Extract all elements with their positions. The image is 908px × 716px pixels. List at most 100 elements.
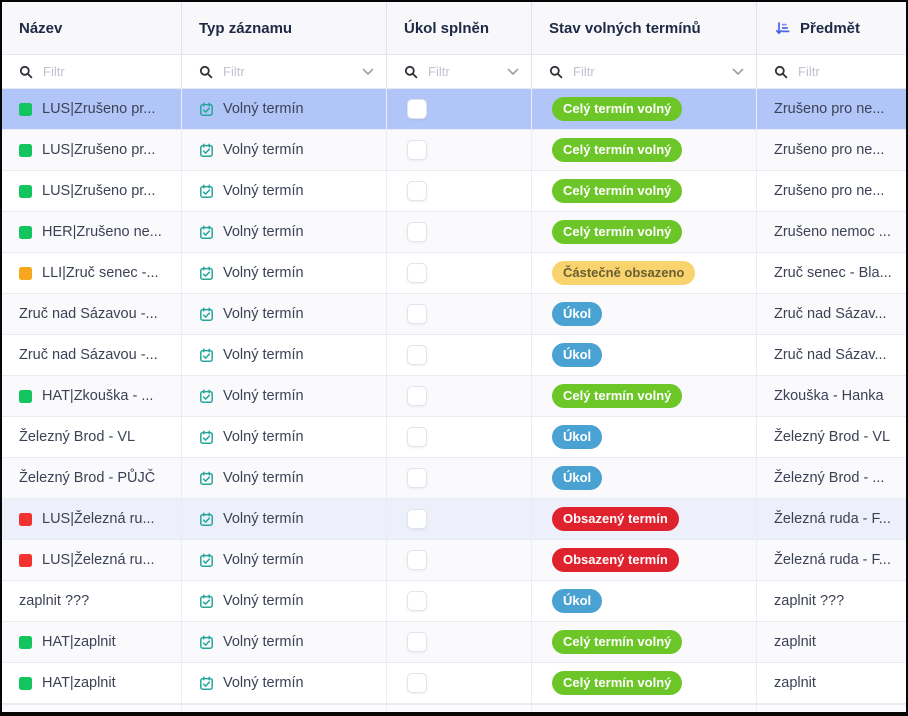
filter-input-ukol-splnen[interactable] <box>426 63 501 80</box>
task-checkbox[interactable] <box>407 632 427 652</box>
name-cell: Železný Brod - VL <box>2 417 182 457</box>
status-cell: Úkol <box>532 294 757 334</box>
table-row[interactable]: LUS|Zrušeno pr... Volný termín Celý term… <box>2 130 906 171</box>
record-type: Volný termín <box>223 634 304 650</box>
record-subject: Železný Brod - VL <box>774 429 890 445</box>
filter-row <box>2 55 906 89</box>
chevron-down-icon[interactable] <box>732 68 744 76</box>
record-type: Volný termín <box>223 142 304 158</box>
color-chip <box>19 554 32 567</box>
task-checkbox[interactable] <box>407 468 427 488</box>
column-header-predmet[interactable]: Předmět <box>757 2 906 54</box>
record-subject: Zrušeno pro ne... <box>774 142 884 158</box>
calendar-check-icon <box>199 348 214 363</box>
task-checkbox[interactable] <box>407 509 427 529</box>
subject-cell: Zkouška - Hanka <box>757 376 906 416</box>
task-checkbox[interactable] <box>407 181 427 201</box>
subject-cell: Zrušeno pro ne... <box>757 130 906 170</box>
status-badge: Úkol <box>552 343 602 366</box>
column-header-typ-zaznamu[interactable]: Typ záznamu <box>182 2 387 54</box>
status-cell: Částečně obsazeno <box>532 253 757 293</box>
record-name: LLI|Zruč senec -... <box>42 265 159 281</box>
filter-input-nazev[interactable] <box>41 63 169 80</box>
status-badge: Obsazený termín <box>552 548 679 571</box>
name-cell: HAT|zaplnit <box>2 622 182 662</box>
color-chip <box>19 513 32 526</box>
table-row[interactable]: HAT|Zkouška - ... Volný termín Celý term… <box>2 376 906 417</box>
record-name: LUS|Zrušeno pr... <box>42 183 155 199</box>
table-row[interactable]: Zruč nad Sázavou -... Volný termín Úkol … <box>2 294 906 335</box>
color-chip <box>19 226 32 239</box>
table-row[interactable]: LLI|Zruč senec -... Volný termín Částečn… <box>2 253 906 294</box>
task-checkbox[interactable] <box>407 140 427 160</box>
filter-cell-typ-zaznamu <box>182 55 387 88</box>
search-icon <box>199 65 213 79</box>
task-checkbox[interactable] <box>407 427 427 447</box>
task-checkbox[interactable] <box>407 550 427 570</box>
task-checkbox[interactable] <box>407 673 427 693</box>
record-name: Zruč nad Sázavou -... <box>19 306 158 322</box>
task-checkbox[interactable] <box>407 99 427 119</box>
record-subject: Zruč nad Sázav... <box>774 306 887 322</box>
color-chip <box>19 390 32 403</box>
task-checkbox[interactable] <box>407 222 427 242</box>
table-row[interactable]: HER|Zrušeno ne... Volný termín Celý term… <box>2 212 906 253</box>
table-row[interactable]: HAT|zaplnit Volný termín Celý termín vol… <box>2 622 906 663</box>
column-header-stav-volnych-terminu[interactable]: Stav volných termínů <box>532 2 757 54</box>
filter-input-stav[interactable] <box>571 63 726 80</box>
column-header-ukol-splnen[interactable]: Úkol splněn <box>387 2 532 54</box>
task-done-cell <box>387 130 532 170</box>
task-checkbox[interactable] <box>407 386 427 406</box>
calendar-check-icon <box>199 594 214 609</box>
task-done-cell <box>387 540 532 580</box>
task-checkbox[interactable] <box>407 263 427 283</box>
status-badge: Úkol <box>552 466 602 489</box>
record-type: Volný termín <box>223 101 304 117</box>
table-row[interactable]: LUS|Zrušeno pr... Volný termín Celý term… <box>2 171 906 212</box>
name-cell: Zruč nad Sázavou -... <box>2 294 182 334</box>
table-row[interactable]: zaplnit ??? Volný termín Úkol zaplnit ??… <box>2 581 906 622</box>
record-subject: Zruč nad Sázav... <box>774 347 887 363</box>
task-done-cell <box>387 171 532 211</box>
record-name: Železný Brod - VL <box>19 429 135 445</box>
record-subject: Zkouška - Hanka <box>774 388 884 404</box>
search-icon <box>774 65 788 79</box>
chevron-down-icon[interactable] <box>362 68 374 76</box>
record-subject: Železná ruda - F... <box>774 511 891 527</box>
filter-input-typ-zaznamu[interactable] <box>221 63 356 80</box>
record-subject: Zrušeno pro ne... <box>774 101 884 117</box>
calendar-check-icon <box>199 635 214 650</box>
record-type: Volný termín <box>223 593 304 609</box>
chevron-down-icon[interactable] <box>507 68 519 76</box>
status-badge: Celý termín volný <box>552 671 682 694</box>
type-cell: Volný termín <box>182 253 387 293</box>
subject-cell: Zrušeno pro ne... <box>757 171 906 211</box>
type-cell: Volný termín <box>182 417 387 457</box>
filter-input-predmet[interactable] <box>796 63 894 80</box>
task-done-cell <box>387 417 532 457</box>
calendar-check-icon <box>199 307 214 322</box>
table-row[interactable]: LUS|Železná ru... Volný termín Obsazený … <box>2 499 906 540</box>
table-row[interactable]: HAT|zaplnit Volný termín Celý termín vol… <box>2 663 906 704</box>
filter-cell-predmet <box>757 55 906 88</box>
table-row[interactable]: LUS|Železná ru... Volný termín Obsazený … <box>2 540 906 581</box>
table-row[interactable]: Železný Brod - PŮJČ Volný termín Úkol Že… <box>2 458 906 499</box>
table-row[interactable]: LUS|Zrušeno pr... Volný termín Celý term… <box>2 89 906 130</box>
task-checkbox[interactable] <box>407 591 427 611</box>
task-done-cell <box>387 499 532 539</box>
table-row[interactable]: Železný Brod - VL Volný termín Úkol Žele… <box>2 417 906 458</box>
table-row[interactable]: Zruč nad Sázavou -... Volný termín Úkol … <box>2 335 906 376</box>
record-type: Volný termín <box>223 470 304 486</box>
status-cell: Úkol <box>532 417 757 457</box>
record-subject: Zruč senec - Bla... <box>774 265 892 281</box>
status-badge: Celý termín volný <box>552 384 682 407</box>
task-checkbox[interactable] <box>407 304 427 324</box>
task-done-cell <box>387 89 532 129</box>
task-checkbox[interactable] <box>407 345 427 365</box>
subject-cell: Železný Brod - ... <box>757 458 906 498</box>
subject-cell: Zrušeno pro ne... <box>757 89 906 129</box>
column-header-nazev[interactable]: Název <box>2 2 182 54</box>
record-name: HER|Zrušeno ne... <box>42 224 162 240</box>
sort-ascending-icon[interactable] <box>774 20 791 37</box>
type-cell: Volný termín <box>182 458 387 498</box>
